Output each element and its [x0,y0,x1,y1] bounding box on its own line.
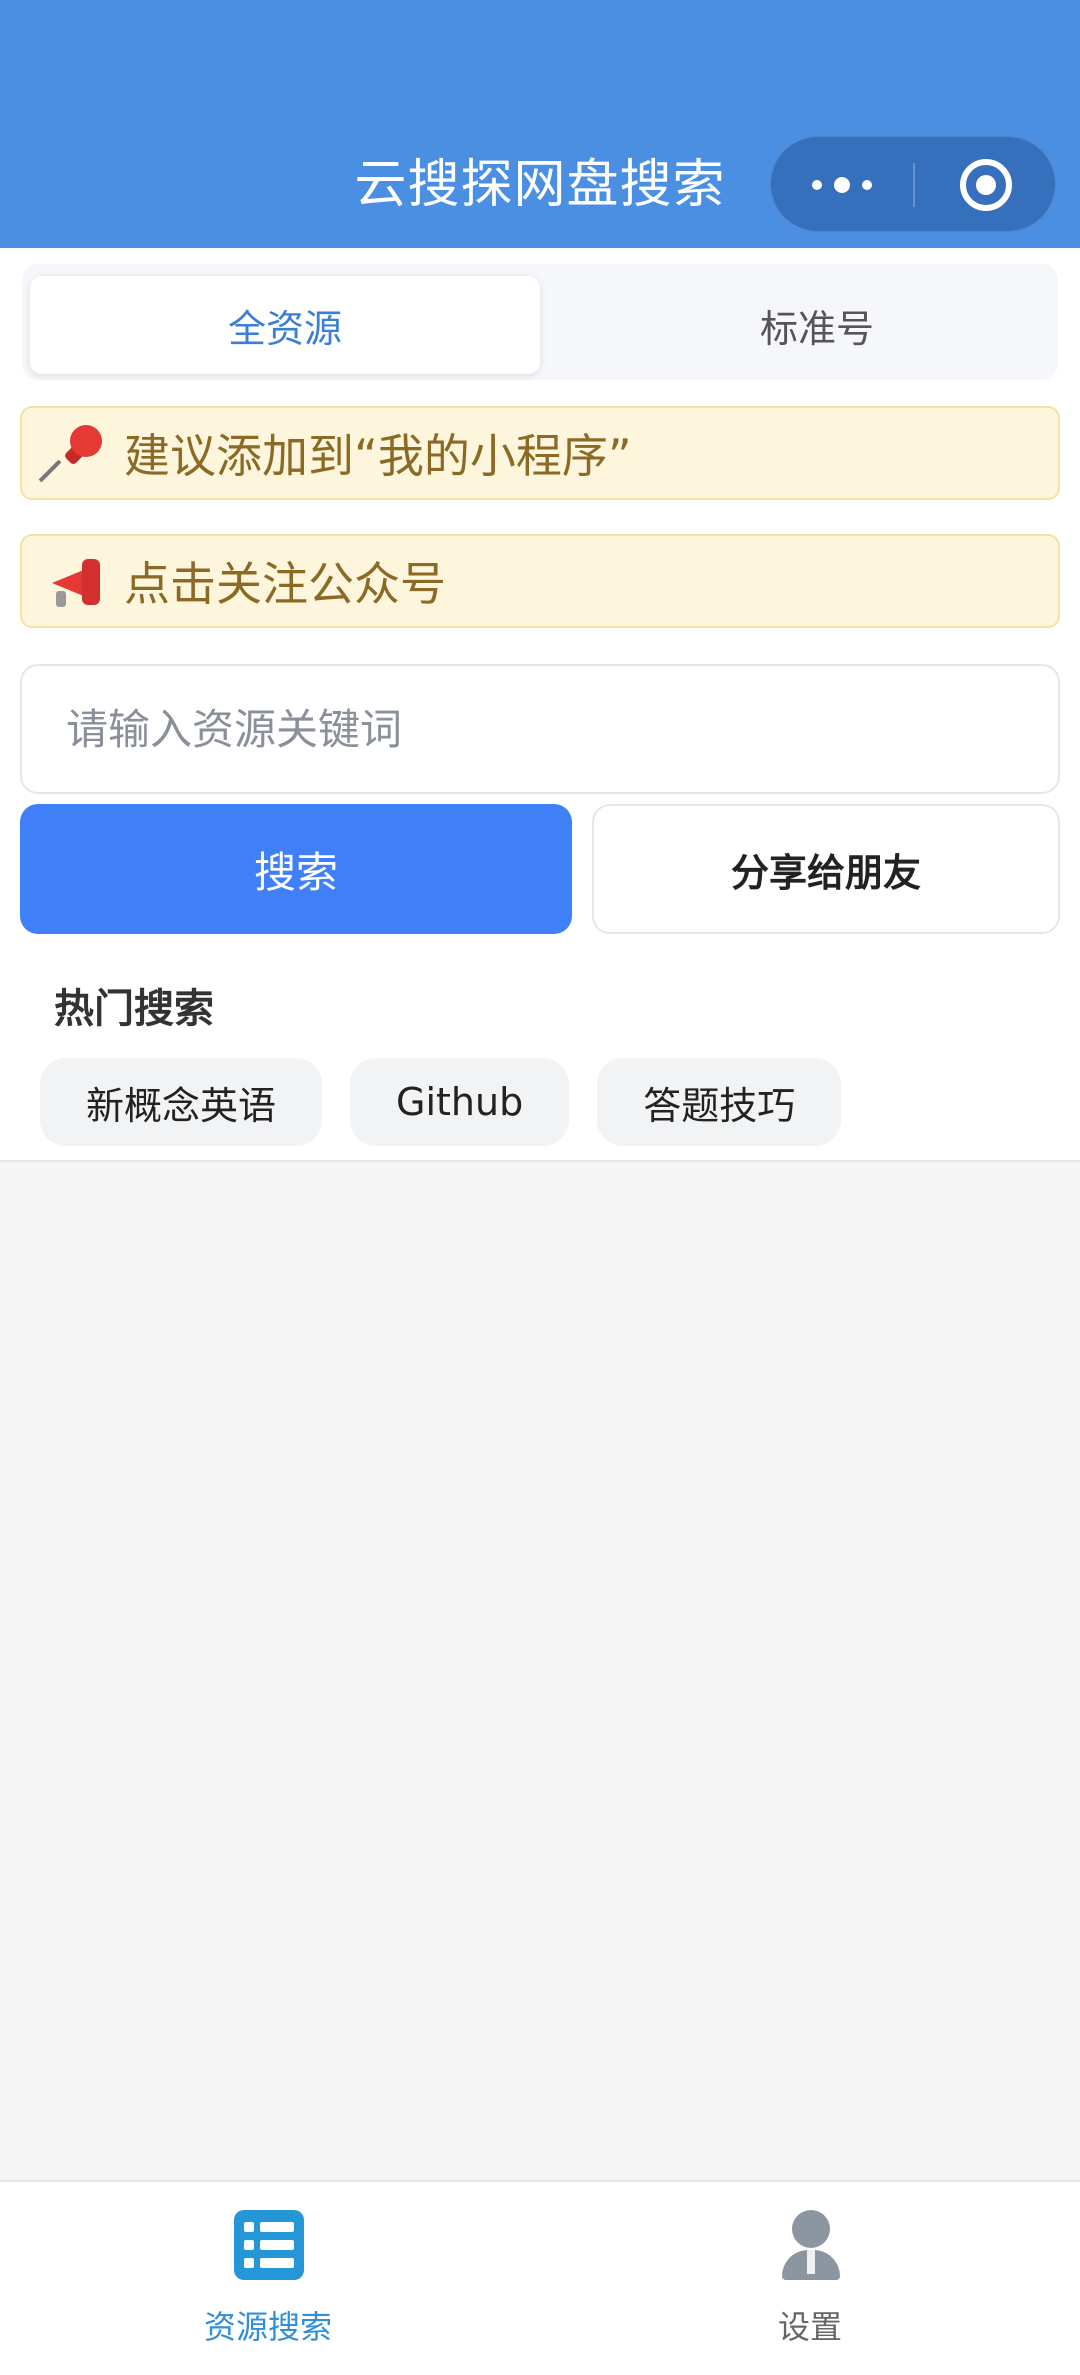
hot-search-title: 热门搜索 [54,986,214,1032]
bottom-tabbar: 资源搜索 设置 [0,2180,1080,2375]
list-row [244,2222,294,2232]
hot-search-tags: 新概念英语 Github 答题技巧 [40,1058,842,1146]
share-button[interactable]: 分享给朋友 [592,804,1060,934]
nav-header: 云搜探网盘搜索 [0,0,1080,248]
tabbar-item-settings[interactable]: 设置 [540,2196,1080,2375]
search-input[interactable] [20,664,1060,794]
app-page: 云搜探网盘搜索 全资源 标准号 建议添加到“我的小程序” 点击关注公众号 请输入… [0,0,1080,2375]
target-circle-icon[interactable] [915,137,1057,233]
mega-handle [56,591,66,607]
tab-standard-number[interactable]: 标准号 [562,276,1072,374]
hot-tag[interactable]: 新概念英语 [40,1058,323,1146]
hot-tag[interactable]: 答题技巧 [597,1058,842,1146]
list-row [244,2258,294,2268]
list-row [244,2240,294,2250]
notice-add-mini-program[interactable]: 建议添加到“我的小程序” [20,406,1060,500]
main-content: 全资源 标准号 建议添加到“我的小程序” 点击关注公众号 搜索 分享给朋友 热门… [0,248,1080,1162]
list-icon [234,2210,304,2280]
tabbar-label: 设置 [777,2308,842,2346]
mini-program-capsule [770,136,1056,232]
more-dots-icon[interactable] [771,137,913,233]
megaphone-icon [46,551,106,611]
tabbar-label: 资源搜索 [203,2308,332,2346]
tab-all-resources[interactable]: 全资源 [30,276,540,374]
pushpin-icon [38,418,109,483]
dot [862,180,872,190]
close-core [976,175,996,195]
notice-text: 点击关注公众号 [124,557,446,611]
pin-needle [38,459,62,483]
tabbar-item-resource-search[interactable]: 资源搜索 [0,2196,540,2375]
user-head [792,2210,830,2248]
user-icon [776,2210,846,2282]
notice-follow-account[interactable]: 点击关注公众号 [20,534,1060,628]
notice-text: 建议添加到“我的小程序” [124,429,632,483]
mega-bell [82,559,100,605]
user-tie [807,2250,815,2274]
search-button[interactable]: 搜索 [20,804,572,934]
dot [812,180,822,190]
close-ring [960,159,1012,211]
dot [834,177,850,193]
hot-tag[interactable]: Github [350,1058,570,1146]
resource-tabs: 全资源 标准号 [22,264,1058,380]
